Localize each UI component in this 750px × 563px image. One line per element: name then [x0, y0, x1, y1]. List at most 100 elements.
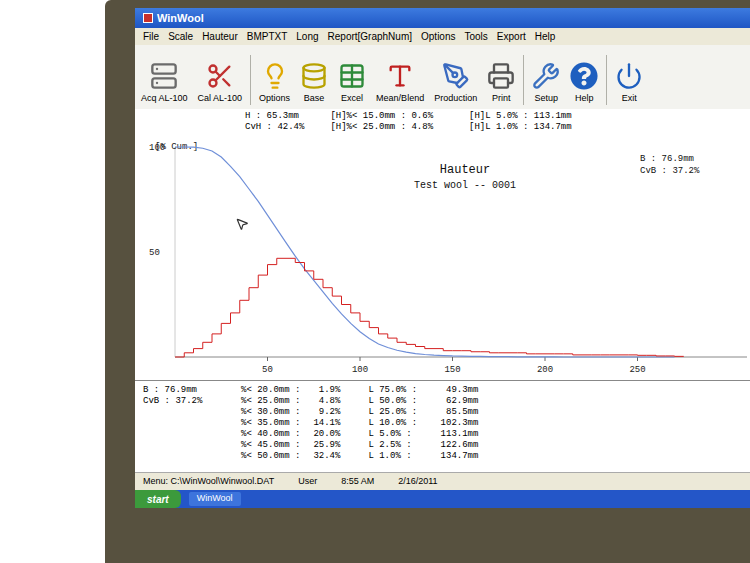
spreadsheet-icon	[338, 62, 366, 90]
short-fibre-row: %< 20.0mm :1.9%	[241, 385, 340, 396]
toolbar: Acq AL-100Cal AL-100 OptionsBaseExcelMean…	[135, 45, 750, 109]
x-tick: 250	[629, 357, 645, 375]
menu-item[interactable]: File	[143, 29, 159, 44]
chart-subtitle: Test wool -- 0001	[414, 180, 516, 191]
histogram-bin	[564, 353, 573, 354]
chart-title: Hauteur	[440, 163, 490, 177]
histogram-bin	[628, 354, 637, 355]
status-date: 2/16/2011	[398, 475, 437, 489]
x-tick: 200	[537, 357, 553, 375]
y-axis	[175, 147, 176, 357]
menu-item[interactable]: Report[GraphNum]	[328, 29, 412, 44]
toolbar-button[interactable]: Production	[432, 62, 479, 106]
status-user: User	[298, 475, 317, 489]
screen: WinWool File Scale Hauteur BMPTXT Long Report[…	[135, 8, 750, 508]
toolbar-button[interactable]: Options	[257, 62, 292, 106]
histogram-bin	[388, 334, 397, 338]
histogram-bin	[305, 263, 314, 271]
histogram-bin	[527, 353, 536, 354]
menu-item[interactable]: BMPTXT	[247, 29, 288, 44]
histogram-bin	[268, 265, 277, 276]
histogram-bin	[314, 271, 323, 279]
svg-text:100: 100	[352, 365, 368, 375]
power-icon	[615, 62, 643, 90]
toolbar-button[interactable]: Print	[485, 62, 517, 106]
histogram-bin	[665, 355, 674, 356]
lightbulb-icon	[261, 62, 289, 90]
x-tick: 150	[444, 357, 460, 375]
histogram-bin	[249, 288, 258, 301]
menu-item[interactable]: Long	[296, 29, 318, 44]
histogram-bin	[175, 357, 184, 358]
histogram-bin	[582, 354, 591, 355]
histogram-bin	[212, 334, 221, 342]
histogram-bin	[619, 354, 628, 355]
menu-item[interactable]: Help	[535, 29, 556, 44]
histogram-bin	[184, 353, 193, 357]
histogram-bin	[286, 258, 295, 259]
results-stats: B : 76.9mmCvB : 37.2%	[143, 385, 213, 472]
toolbar-button[interactable]: Excel	[336, 62, 368, 106]
toolbar-button[interactable]: Cal AL-100	[196, 62, 245, 106]
histogram-bin	[397, 338, 406, 342]
start-button[interactable]: start	[135, 490, 181, 508]
histogram-bin	[277, 258, 286, 264]
window-title: WinWool	[157, 10, 204, 27]
histogram-bin	[221, 323, 230, 334]
svg-text:50: 50	[262, 365, 273, 375]
scissors-icon	[206, 62, 234, 90]
histogram-bin	[453, 350, 462, 351]
histogram-bin	[638, 354, 647, 355]
chart-area: [% Cum.]1005050100150200250HauteurTest w…	[135, 135, 750, 380]
histogram-bin	[351, 305, 360, 313]
length-row: L 1.0% :134.7mm	[368, 451, 478, 462]
histogram-bin	[416, 344, 425, 346]
menu-item[interactable]: Hauteur	[202, 29, 238, 44]
menu-item[interactable]: Export	[497, 29, 526, 44]
summary-left: H : 65.3mmCvH : 42.4%	[245, 111, 304, 135]
histogram-bin	[443, 349, 452, 351]
chart-stat: B : 76.9mm	[640, 154, 694, 164]
histogram-bin	[508, 352, 517, 353]
length-row: L 10.0% :102.3mm	[368, 418, 478, 429]
histogram-bin	[194, 349, 203, 353]
toolbar-button[interactable]: Setup	[530, 62, 562, 106]
histogram-bin	[203, 342, 212, 348]
summary-right: [H]L 5.0% : 113.1mm[H]L 1.0% : 134.7mm	[469, 111, 572, 135]
svg-text:200: 200	[537, 365, 553, 375]
pen-icon	[442, 62, 470, 90]
toolbar-button[interactable]: Exit	[613, 62, 645, 106]
toolbar-button[interactable]: Help	[568, 62, 600, 106]
histogram-bin	[434, 348, 443, 349]
histogram-bin	[601, 354, 610, 355]
toolbar-button[interactable]: Acq AL-100	[139, 62, 190, 106]
histogram-bin	[536, 353, 545, 354]
menu-item[interactable]: Tools	[464, 29, 487, 44]
histogram-bin	[545, 353, 554, 354]
histogram-bin	[425, 347, 434, 349]
histogram-bin	[240, 300, 249, 313]
svg-text:150: 150	[444, 365, 460, 375]
status-time: 8:55 AM	[341, 475, 374, 489]
histogram-bin	[647, 355, 656, 356]
toolbar-button[interactable]: Mean/Blend	[374, 62, 426, 106]
histogram-bin	[554, 353, 563, 354]
short-fibre-row: %< 50.0mm :32.4%	[241, 451, 340, 462]
histogram-bin	[462, 350, 471, 351]
toolbar-button[interactable]: Base	[298, 62, 330, 106]
toolbar-separator	[523, 55, 524, 105]
histogram-bin	[406, 342, 415, 344]
monitor-bezel: WinWool File Scale Hauteur BMPTXT Long Report[…	[105, 0, 750, 563]
photo: WinWool File Scale Hauteur BMPTXT Long Report[…	[0, 0, 750, 563]
length-row: L 75.0% :49.3mm	[368, 385, 478, 396]
short-fibre-row: %< 25.0mm :4.8%	[241, 396, 340, 407]
menu-item[interactable]: Options	[421, 29, 455, 44]
cursor-icon	[235, 217, 249, 231]
histogram	[175, 258, 684, 357]
toolbar-separator	[250, 55, 251, 105]
taskbar-window[interactable]: WinWool	[189, 492, 241, 506]
short-fibre-row: %< 45.0mm :25.9%	[241, 440, 340, 451]
summary-strip: H : 65.3mmCvH : 42.4%[H]%< 15.0mm : 0.6%…	[135, 109, 750, 135]
menu-item[interactable]: Scale	[168, 29, 193, 44]
letter-icon	[386, 62, 414, 90]
